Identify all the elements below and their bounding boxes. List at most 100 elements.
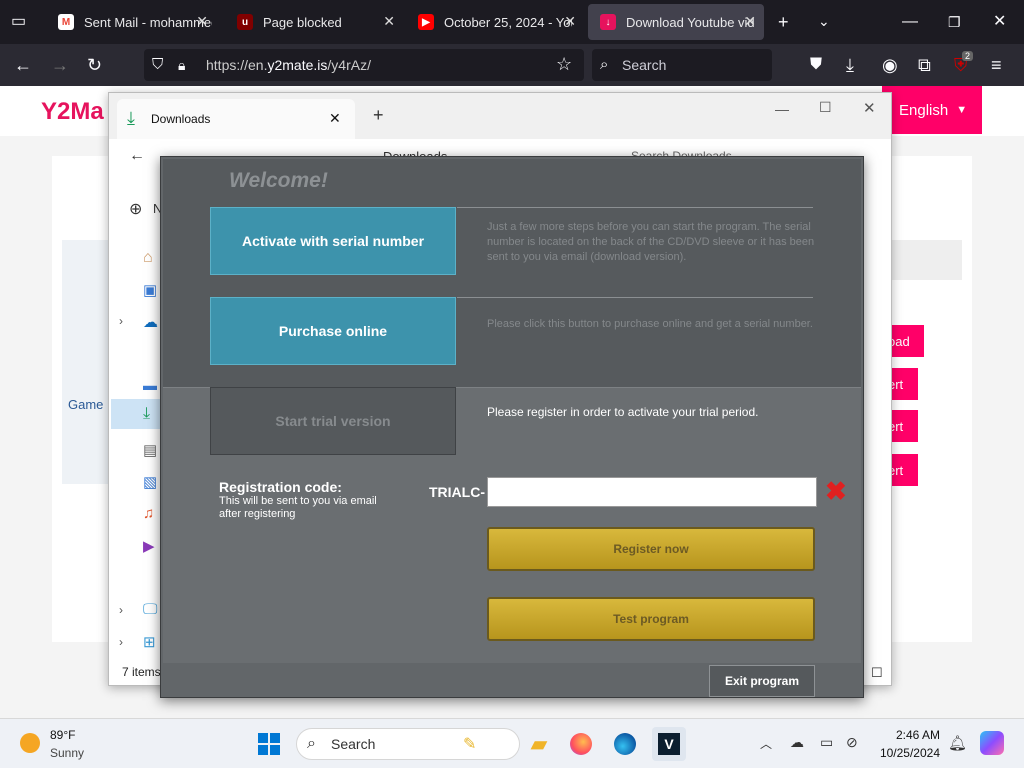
pictures-icon[interactable]: ▧ [143, 473, 157, 491]
firefox-icon[interactable] [564, 727, 598, 761]
gallery-icon[interactable]: ▣ [143, 281, 157, 299]
separator [457, 207, 813, 208]
shield-icon[interactable]: ⛉ [152, 56, 163, 74]
clock-time[interactable]: 2:46 AM [880, 728, 940, 742]
minimize-icon[interactable]: — [775, 101, 789, 117]
reload-icon[interactable]: ↻ [87, 56, 102, 74]
taskbar: 89°F Sunny ⌕ Search ✎ ▰ V ︿ ☁ ▭ ⊘ 2:46 A… [0, 718, 1024, 768]
new-tab-icon[interactable]: + [373, 105, 384, 126]
close-tab-icon[interactable]: ✕ [564, 13, 576, 30]
forward-icon[interactable]: → [51, 56, 69, 74]
search-highlight-icon: ✎ [463, 736, 477, 753]
register-now-button[interactable]: Register now [487, 527, 815, 571]
sidebar-item-downloads[interactable] [111, 399, 163, 429]
close-window-icon[interactable]: ✕ [993, 13, 1006, 31]
url-host: y2mate.is [267, 57, 328, 73]
gmail-icon: M [58, 14, 74, 30]
purchase-online-button[interactable]: Purchase online [210, 297, 456, 365]
edge-icon[interactable] [608, 727, 642, 761]
windows-icon [258, 733, 280, 755]
exit-program-button[interactable]: Exit program [709, 665, 815, 697]
taskbar-search[interactable]: ⌕ Search ✎ [296, 728, 520, 760]
weather-temp[interactable]: 89°F [50, 728, 75, 742]
url-prefix: https://en. [206, 57, 268, 73]
caret-down-icon: ▼ [956, 104, 968, 116]
extensions-icon[interactable]: ⧉ [918, 56, 931, 74]
downloads-icon[interactable]: ⤓ [846, 56, 854, 74]
chevron-up-icon[interactable]: ︿ [760, 735, 772, 752]
music-icon[interactable]: ♫ [143, 505, 154, 522]
chevron-right-icon[interactable]: › [119, 314, 123, 328]
bookmark-star-icon[interactable]: ☆ [556, 55, 572, 73]
back-icon[interactable]: ← [129, 147, 145, 165]
tab-page-blocked[interactable]: u Page blocked ✕ [225, 4, 403, 40]
minimize-icon[interactable]: — [902, 13, 918, 31]
this-pc-icon[interactable]: 🖵︎ [143, 601, 157, 618]
url-bar[interactable]: ⛉ 🔒︎ https://en. y2mate.is/y4rAz/ ☆ [144, 49, 584, 81]
desktop-icon[interactable]: ▬ [143, 377, 157, 393]
close-window-icon[interactable]: ✕ [863, 99, 876, 117]
close-tab-icon[interactable]: ✕ [329, 110, 341, 127]
restore-icon[interactable]: ❐ [948, 13, 961, 31]
lock-icon[interactable]: 🔒︎ [178, 56, 185, 74]
notification-bell-icon[interactable]: 🔔︎ [948, 734, 967, 752]
language-button[interactable]: English ▼ [882, 86, 982, 134]
close-tab-icon[interactable]: ✕ [383, 13, 395, 30]
test-program-button[interactable]: Test program [487, 597, 815, 641]
downloads-titlebar: ⤓ Downloads ✕ + — ☐ ✕ [109, 93, 891, 139]
close-tab-icon[interactable]: ✕ [196, 13, 208, 30]
chevron-right-icon[interactable]: › [119, 603, 123, 617]
regcode-prefix: TRIALC- [429, 484, 485, 500]
videos-icon[interactable]: ▶ [143, 537, 155, 555]
back-icon[interactable]: ← [14, 56, 32, 74]
new-icon[interactable]: ⊕ [129, 199, 142, 219]
convert-button[interactable]: ert [888, 454, 918, 486]
download-arrow-icon: ⤓ [127, 108, 135, 128]
dialog-title: Welcome! [229, 169, 328, 192]
cloud-sync-icon[interactable]: ☁ [790, 734, 804, 751]
regcode-input[interactable] [487, 477, 817, 507]
downloads-tab[interactable]: ⤓ Downloads ✕ [117, 99, 355, 139]
sun-icon[interactable] [20, 733, 40, 753]
site-logo[interactable]: Y2Ma [41, 98, 104, 126]
file-explorer-icon[interactable]: ▰ [522, 727, 556, 761]
clock-date[interactable]: 10/25/2024 [876, 746, 940, 760]
account-icon[interactable]: ◉ [882, 56, 898, 74]
convert-button[interactable]: ert [888, 410, 918, 442]
start-button[interactable] [252, 727, 286, 761]
tab-list-icon[interactable]: ▭ [11, 13, 26, 31]
search-placeholder: Search [622, 57, 667, 73]
downloads-icon: ⤓ [143, 405, 151, 422]
activation-dialog: Welcome! Activate with serial number Jus… [160, 156, 864, 698]
network-icon[interactable]: ⊞ [143, 633, 156, 651]
download-button[interactable]: oad [888, 325, 924, 357]
trial-description: Please register in order to activate you… [487, 405, 759, 419]
start-trial-button[interactable]: Start trial version [210, 387, 456, 455]
convert-button[interactable]: ert [888, 368, 918, 400]
vegas-app-icon[interactable]: V [652, 727, 686, 761]
regcode-subtitle: This will be sent to you via email after… [219, 495, 377, 520]
tab-download-youtube[interactable]: ↓ Download Youtube vide ✕ [588, 4, 764, 40]
display-icon[interactable]: ▭ [820, 734, 833, 751]
close-tab-icon[interactable]: ✕ [744, 13, 756, 30]
maximize-icon[interactable]: ☐ [819, 99, 832, 116]
copilot-icon[interactable] [980, 731, 1004, 755]
clear-x-icon[interactable]: ✖ [825, 477, 847, 505]
home-icon[interactable]: ⌂ [143, 249, 153, 267]
onedrive-icon[interactable]: ☁ [143, 313, 158, 331]
documents-icon[interactable]: ▤ [143, 441, 157, 459]
tab-youtube[interactable]: ▶ October 25, 2024 - You ✕ [406, 4, 584, 40]
table-header [890, 240, 962, 280]
chevron-down-icon[interactable]: ⌄ [818, 12, 830, 30]
regcode-title: Registration code: [219, 479, 342, 495]
menu-icon[interactable]: ≡ [991, 56, 1002, 74]
chevron-right-icon[interactable]: › [119, 635, 123, 649]
network-off-icon[interactable]: ⊘ [846, 734, 858, 751]
new-tab-icon[interactable]: + [778, 13, 789, 31]
search-bar[interactable]: ⌕ Search [592, 49, 772, 81]
url-path: /y4rAz/ [327, 57, 371, 73]
tab-sent-mail[interactable]: M Sent Mail - mohammed ✕ [46, 4, 216, 40]
activate-serial-button[interactable]: Activate with serial number [210, 207, 456, 275]
view-toggle-icon[interactable]: ☐ [871, 665, 883, 681]
pocket-icon[interactable]: ⛊ [810, 56, 822, 74]
